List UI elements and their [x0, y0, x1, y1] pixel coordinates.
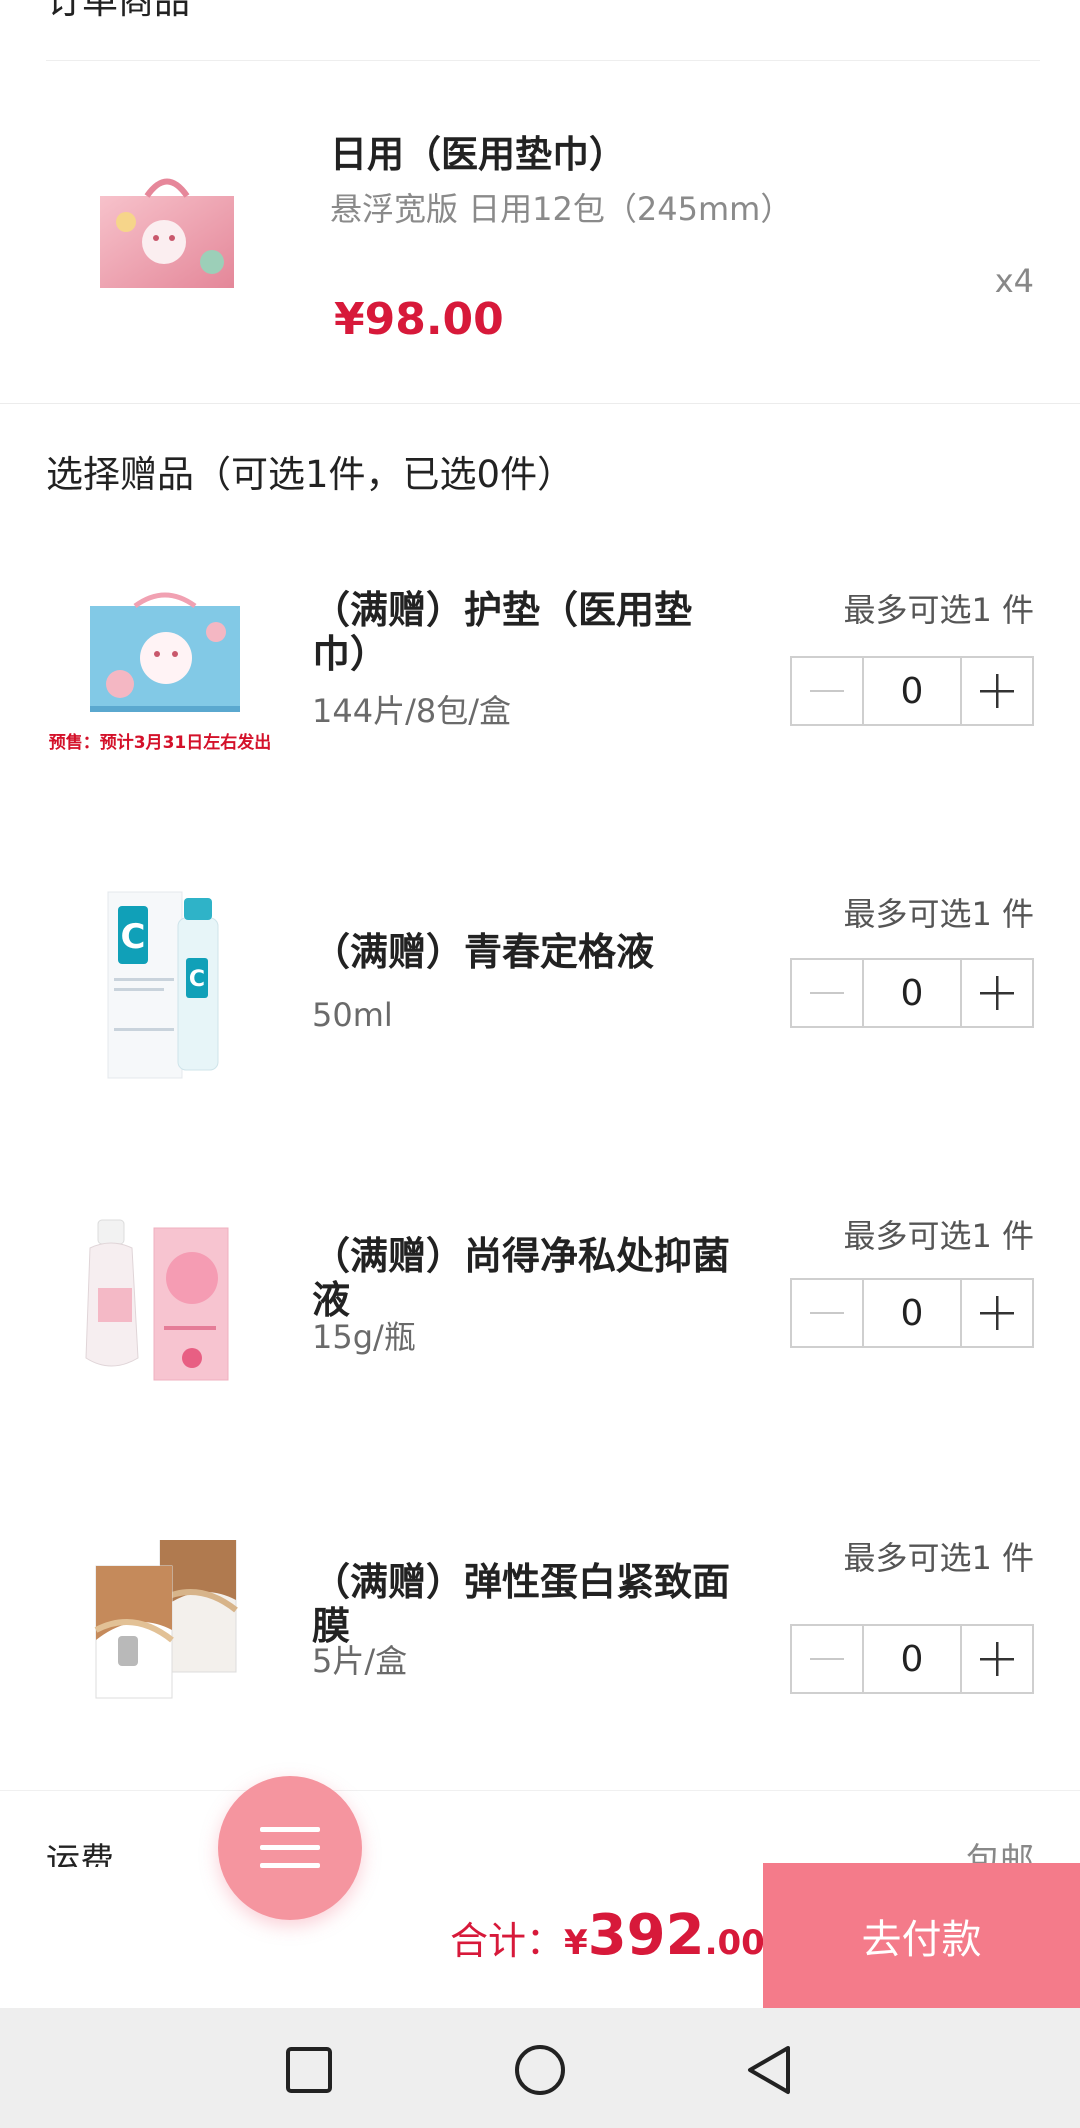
minus-button[interactable]: [792, 960, 864, 1026]
pay-button[interactable]: 去付款: [763, 1863, 1080, 2008]
minus-icon: [810, 1312, 844, 1314]
plus-button[interactable]: [960, 658, 1032, 724]
minus-icon: [810, 992, 844, 994]
quantity-stepper: 0: [790, 1278, 1034, 1348]
minus-button[interactable]: [792, 1626, 864, 1692]
plus-icon: [980, 674, 1014, 708]
recent-apps-button[interactable]: [286, 2047, 332, 2097]
gift-item-name: （满赠）青春定格液: [312, 930, 655, 974]
plus-button[interactable]: [960, 1626, 1032, 1692]
back-button[interactable]: [744, 2044, 792, 2100]
quantity-value[interactable]: 0: [864, 1626, 960, 1692]
gift-presale-banner: 预售：预计3月31日左右发出: [49, 732, 272, 753]
total-currency: ¥: [564, 1923, 588, 1963]
gift-item-image[interactable]: C C: [100, 888, 230, 1084]
order-item-price: ¥98.00: [334, 294, 504, 345]
minus-button[interactable]: [792, 1280, 864, 1346]
total-decimal: .00: [704, 1923, 765, 1963]
plus-icon: [980, 1296, 1014, 1330]
gift-item: 预售：预计3月31日左右发出 （满赠）护垫（医用垫巾） 144片/8包/盒 最多…: [0, 588, 1080, 888]
gift-item-image[interactable]: [88, 1539, 248, 1700]
svg-text:C: C: [121, 917, 146, 957]
order-item-image[interactable]: [92, 162, 242, 294]
plus-icon: [980, 976, 1014, 1010]
quantity-value[interactable]: 0: [864, 1280, 960, 1346]
circle-icon: [515, 2045, 565, 2095]
total-integer: 392: [587, 1903, 705, 1968]
quantity-value[interactable]: 0: [864, 658, 960, 724]
plus-button[interactable]: [960, 960, 1032, 1026]
gift-item-max: 最多可选1 件: [843, 591, 1034, 629]
system-nav-bar: [0, 2008, 1080, 2128]
gift-item-image[interactable]: [80, 1208, 240, 1388]
home-button[interactable]: [514, 2044, 566, 2100]
quantity-stepper: 0: [790, 1624, 1034, 1694]
divider: [46, 60, 1040, 61]
quantity-stepper: 0: [790, 958, 1034, 1028]
square-icon: [286, 2047, 332, 2093]
quantity-value[interactable]: 0: [864, 960, 960, 1026]
shipping-label: 运费: [46, 1841, 114, 1867]
order-item-spec: 悬浮宽版 日用12包（245mm）: [330, 190, 793, 228]
gift-item-spec: 50ml: [312, 996, 393, 1034]
gift-item: （满赠）尚得净私处抑菌液 15g/瓶 最多可选1 件 0: [0, 1208, 1080, 1508]
total-price: 合计： ¥ 392 .00: [450, 1903, 765, 1973]
menu-icon: [260, 1827, 320, 1868]
gift-item-spec: 15g/瓶: [312, 1318, 416, 1356]
order-item-qty: x4: [994, 262, 1034, 300]
shipping-value: 包邮: [966, 1841, 1034, 1867]
svg-text:C: C: [189, 967, 205, 992]
gift-item-max: 最多可选1 件: [843, 895, 1034, 933]
minus-icon: [810, 690, 844, 692]
minus-icon: [810, 1658, 844, 1660]
gift-item-spec: 5片/盒: [312, 1642, 408, 1680]
gift-item-spec: 144片/8包/盒: [312, 692, 512, 730]
minus-button[interactable]: [792, 658, 864, 724]
total-label: 合计：: [450, 1919, 565, 1963]
gift-item-name: （满赠）弹性蛋白紧致面膜: [312, 1560, 731, 1648]
gift-item-max: 最多可选1 件: [843, 1217, 1034, 1255]
gift-item-max: 最多可选1 件: [843, 1539, 1034, 1577]
triangle-back-icon: [748, 2046, 790, 2094]
divider: [0, 403, 1080, 404]
gift-item-name: （满赠）尚得净私处抑菌液: [312, 1234, 731, 1322]
order-item-name: 日用（医用垫巾）: [330, 133, 626, 176]
plus-icon: [980, 1642, 1014, 1676]
order-section-title: 订单商品: [46, 0, 191, 22]
gift-section-title: 选择赠品（可选1件，已选0件）: [46, 453, 575, 496]
gift-item-image[interactable]: 预售：预计3月31日左右发出: [40, 588, 280, 788]
gift-item: C C （满赠）青春定格液 50ml 最多可选1 件 0: [0, 888, 1080, 1188]
plus-button[interactable]: [960, 1280, 1032, 1346]
menu-button[interactable]: [218, 1776, 362, 1920]
gift-item-name: （满赠）护垫（医用垫巾）: [312, 588, 693, 676]
quantity-stepper: 0: [790, 656, 1034, 726]
